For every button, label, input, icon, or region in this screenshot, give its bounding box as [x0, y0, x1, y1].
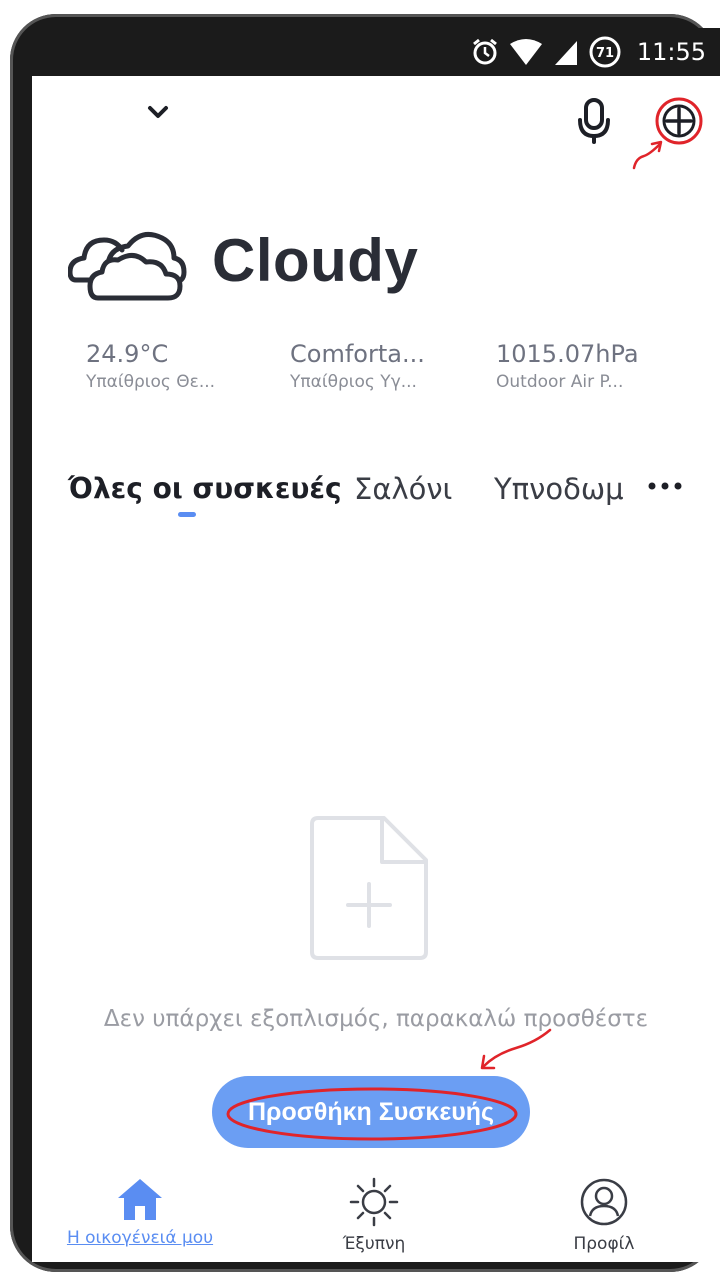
battery-icon: 71	[589, 36, 621, 68]
nav-item-my-family[interactable]: Η οικογένειά μου	[40, 1176, 240, 1248]
tab-all-devices[interactable]: Όλες οι συσκευές	[68, 472, 342, 505]
metric-air-pressure: 1015.07hPa Outdoor Air P...	[496, 340, 666, 392]
nav-item-smart[interactable]: Έξυπνη	[274, 1176, 474, 1254]
nav-label: Η οικογένειά μου	[66, 1228, 214, 1248]
battery-level: 71	[596, 46, 614, 61]
nav-label: Προφίλ	[573, 1234, 635, 1254]
microphone-icon[interactable]	[572, 96, 616, 146]
metric-label: Outdoor Air P...	[496, 372, 624, 392]
room-tabs: Όλες οι συσκευές Σαλόνι Υπνοδωμ	[32, 472, 720, 532]
more-icon[interactable]	[646, 476, 686, 496]
tab-living-room[interactable]: Σαλόνι	[354, 472, 452, 506]
wifi-icon	[509, 39, 542, 65]
weather-condition: Cloudy	[212, 227, 419, 294]
add-file-icon	[310, 816, 428, 960]
nav-item-profile[interactable]: Προφίλ	[504, 1176, 704, 1254]
status-time: 11:55	[636, 38, 706, 66]
status-bar: 71 11:55	[32, 28, 720, 76]
home-icon	[118, 1179, 162, 1220]
cloudy-icon	[68, 231, 187, 301]
profile-icon	[580, 1178, 628, 1226]
metric-temperature: 24.9°C Υπαίθριος Θε...	[86, 340, 256, 392]
sun-icon	[349, 1177, 399, 1227]
annotation-arrow-icon	[480, 1028, 552, 1070]
tab-bedroom[interactable]: Υπνοδωμ	[494, 472, 626, 506]
add-device-button[interactable]: Προσθήκη Συσκευής	[212, 1076, 530, 1148]
tab-active-indicator	[178, 512, 196, 517]
add-device-button-label: Προσθήκη Συσκευής	[247, 1097, 495, 1126]
empty-state-message: Δεν υπάρχει εξοπλισμός, παρακαλώ προσθέσ…	[103, 1006, 649, 1032]
app-screen: Cloudy 24.9°C Υπαίθριος Θε... Comforta..…	[32, 76, 720, 1262]
metric-value: Comforta...	[290, 340, 425, 368]
metric-humidity: Comforta... Υπαίθριος Υγ...	[290, 340, 460, 392]
signal-icon	[554, 41, 577, 65]
nav-label: Έξυπνη	[342, 1234, 406, 1254]
metric-label: Υπαίθριος Υγ...	[290, 372, 417, 392]
metric-value: 24.9°C	[86, 340, 169, 368]
screenshot-frame: 71 11:55 Cloudy 24.9°C Υπαίθριος Θε... C…	[0, 0, 720, 1275]
alarm-icon	[472, 38, 497, 65]
add-icon[interactable]	[652, 94, 706, 148]
chevron-down-icon[interactable]	[144, 104, 172, 122]
metric-label: Υπαίθριος Θε...	[86, 372, 216, 392]
metric-value: 1015.07hPa	[496, 340, 639, 368]
